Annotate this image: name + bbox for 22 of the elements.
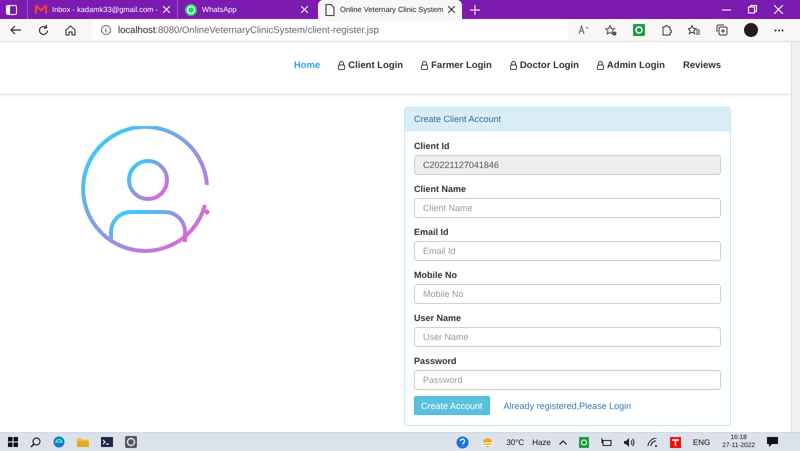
input-field[interactable]: Client Name	[414, 198, 721, 218]
field-label: Mobile No	[414, 270, 458, 280]
field-label: Client Id	[414, 141, 450, 151]
field-label: User Name	[414, 313, 462, 323]
weather-text: Haze	[532, 438, 551, 446]
input-field[interactable]: Mobile No	[414, 284, 721, 304]
login-link[interactable]: Already registered,Please Login	[504, 400, 632, 410]
input-field[interactable]: Email Id	[414, 241, 721, 261]
temperature-text: 30°C	[506, 438, 524, 446]
nav-link[interactable]: Reviews	[682, 60, 721, 71]
field-label: Client Name	[414, 184, 468, 194]
input-field[interactable]: User Name	[414, 327, 721, 347]
field-label: Email Id	[414, 227, 450, 237]
language-indicator[interactable]: ENG	[692, 438, 710, 446]
address-bar[interactable]: localhost:8080/OnlineVeternaryClinicSystem/client-register.jsp	[92, 20, 568, 40]
nav-link[interactable]: Admin Login	[596, 60, 665, 71]
nav-link[interactable]: Doctor Login	[510, 60, 579, 71]
form-title: Create Client Account	[405, 108, 730, 131]
nav-link[interactable]: Client Login	[338, 60, 404, 71]
nav-link[interactable]: Farmer Login	[421, 60, 492, 71]
field-label: Password	[414, 356, 458, 366]
input-field[interactable]: Password	[414, 370, 721, 390]
